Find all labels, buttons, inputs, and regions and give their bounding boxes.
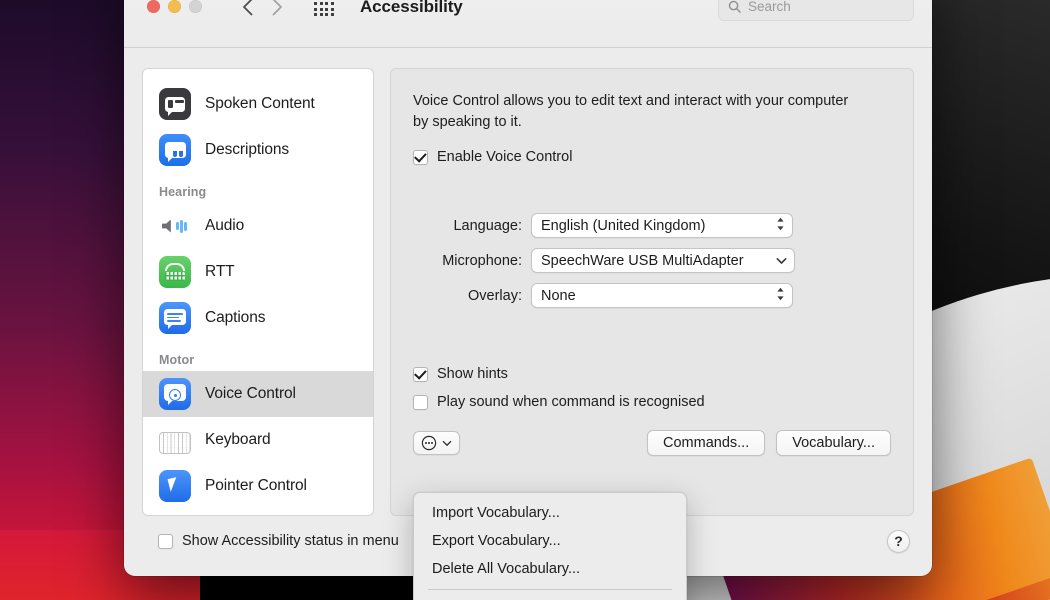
- chevron-down-icon: [442, 440, 452, 446]
- menu-item-export-vocabulary[interactable]: Export Vocabulary...: [414, 527, 686, 555]
- keyboard-icon: [159, 431, 191, 454]
- enable-voice-control-label: Enable Voice Control: [437, 149, 573, 166]
- microphone-row: Microphone: SpeechWare USB MultiAdapter: [413, 248, 891, 274]
- zoom-button[interactable]: [189, 0, 202, 13]
- sidebar-item-label: Keyboard: [205, 431, 271, 448]
- sidebar-item-label: Captions: [205, 309, 266, 326]
- microphone-select[interactable]: SpeechWare USB MultiAdapter: [531, 248, 795, 274]
- updown-chevron-icon: [776, 216, 785, 235]
- pane-description: Voice Control allows you to edit text an…: [413, 93, 849, 131]
- ellipsis-circle-icon: [421, 435, 437, 451]
- captions-icon: [159, 302, 191, 334]
- microphone-label: Microphone:: [442, 252, 522, 269]
- sidebar-item-label: Spoken Content: [205, 95, 315, 112]
- sidebar-item-rtt[interactable]: RTT: [143, 249, 373, 295]
- rtt-icon: [159, 256, 191, 288]
- pointer-control-icon: [159, 470, 191, 502]
- enable-voice-control-checkbox[interactable]: [413, 149, 428, 165]
- search-field[interactable]: Search: [718, 0, 914, 21]
- sidebar-item-label: Pointer Control: [205, 477, 307, 494]
- voice-control-buttons: Commands... Vocabulary...: [413, 430, 891, 457]
- updown-chevron-icon: [776, 286, 785, 305]
- voice-control-pane: Voice Control allows you to edit text an…: [390, 68, 914, 516]
- sidebar-item-descriptions[interactable]: Descriptions: [143, 127, 373, 173]
- audio-icon: [159, 210, 191, 242]
- menu-item-delete-all-vocabulary[interactable]: Delete All Vocabulary...: [414, 555, 686, 583]
- sidebar-item-label: Voice Control: [205, 385, 296, 402]
- sidebar-item-pointer-control[interactable]: Pointer Control: [143, 463, 373, 509]
- action-menu-button[interactable]: [413, 431, 460, 456]
- language-row: Language: English (United Kingdom): [413, 213, 891, 239]
- menu-separator: [428, 589, 672, 590]
- sidebar-group-motor: Motor: [159, 353, 195, 367]
- play-sound-row[interactable]: Play sound when command is recognised: [413, 394, 891, 410]
- commands-button[interactable]: Commands...: [647, 430, 766, 457]
- status-menu-row[interactable]: Show Accessibility status in menu: [158, 533, 399, 549]
- play-sound-checkbox[interactable]: [413, 394, 428, 410]
- search-placeholder: Search: [748, 0, 791, 14]
- sidebar-item-label: Descriptions: [205, 141, 290, 158]
- menu-item-import-vocabulary[interactable]: Import Vocabulary...: [414, 499, 686, 527]
- play-sound-label: Play sound when command is recognised: [437, 394, 705, 411]
- sidebar-item-keyboard[interactable]: Keyboard: [143, 417, 373, 463]
- menu-item-import-custom-commands[interactable]: Import Custom Commands...: [414, 596, 686, 600]
- sidebar-item-captions[interactable]: Captions: [143, 295, 373, 341]
- sidebar-item-audio[interactable]: Audio: [143, 203, 373, 249]
- status-menu-label: Show Accessibility status in menu: [182, 533, 399, 549]
- back-chevron-icon[interactable]: [236, 0, 258, 20]
- traffic-lights: [147, 0, 202, 13]
- search-icon: [728, 0, 741, 13]
- sidebar-item-spoken-content[interactable]: Spoken Content: [143, 81, 373, 127]
- show-all-grid-icon[interactable]: [312, 0, 336, 19]
- overlay-select[interactable]: None: [531, 283, 793, 309]
- help-button[interactable]: ?: [887, 529, 910, 553]
- overlay-row: Overlay: None: [413, 283, 891, 309]
- window-body: Spoken Content Descriptions Hearing Audi…: [124, 48, 932, 516]
- voice-control-options: Show hints Play sound when command is re…: [413, 366, 891, 410]
- window-titlebar: Accessibility Search: [124, 0, 932, 48]
- vocabulary-action-menu: Import Vocabulary... Export Vocabulary..…: [413, 492, 687, 600]
- language-label: Language:: [453, 217, 522, 234]
- microphone-value: SpeechWare USB MultiAdapter: [541, 252, 744, 269]
- sidebar-item-voice-control[interactable]: Voice Control: [143, 371, 373, 417]
- overlay-label: Overlay:: [468, 287, 522, 304]
- accessibility-sidebar: Spoken Content Descriptions Hearing Audi…: [142, 68, 374, 516]
- forward-chevron-icon[interactable]: [266, 0, 288, 20]
- descriptions-icon: [159, 134, 191, 166]
- enable-voice-control-row[interactable]: Enable Voice Control: [413, 149, 891, 165]
- overlay-value: None: [541, 287, 576, 304]
- language-value: English (United Kingdom): [541, 217, 706, 234]
- minimize-button[interactable]: [168, 0, 181, 13]
- language-select[interactable]: English (United Kingdom): [531, 213, 793, 239]
- accessibility-window: Accessibility Search Spoken Content Desc…: [124, 0, 932, 576]
- show-hints-label: Show hints: [437, 366, 508, 383]
- vocabulary-button[interactable]: Vocabulary...: [776, 430, 891, 457]
- show-hints-checkbox[interactable]: [413, 366, 428, 382]
- close-button[interactable]: [147, 0, 160, 13]
- sidebar-item-label: Audio: [205, 217, 245, 234]
- show-hints-row[interactable]: Show hints: [413, 366, 891, 382]
- spoken-content-icon: [159, 88, 191, 120]
- page-title: Accessibility: [360, 0, 463, 16]
- sidebar-item-label: RTT: [205, 263, 235, 280]
- chevron-down-icon: [776, 253, 787, 269]
- status-menu-checkbox[interactable]: [158, 533, 173, 549]
- voice-control-icon: [159, 378, 191, 410]
- sidebar-group-hearing: Hearing: [159, 185, 207, 199]
- navigation-buttons: [236, 0, 288, 20]
- voice-control-form: Language: English (United Kingdom) Micro…: [413, 213, 891, 309]
